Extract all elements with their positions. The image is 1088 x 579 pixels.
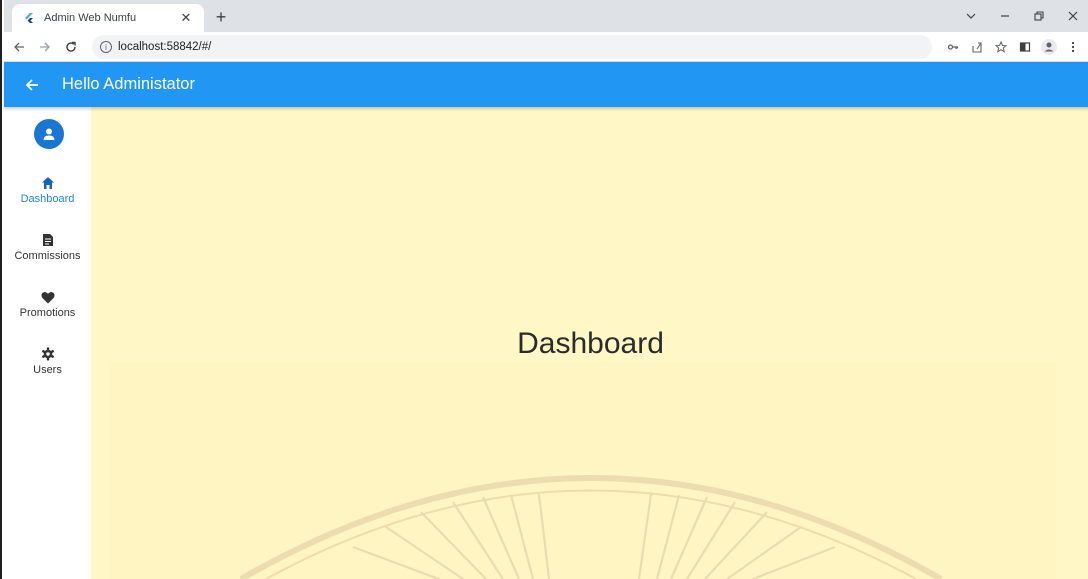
side-panel-icon[interactable]	[1014, 36, 1036, 58]
plus-icon[interactable]: +	[210, 6, 232, 28]
browser-tab[interactable]: Admin Web Numfu ✕	[12, 4, 204, 32]
tab-strip: Admin Web Numfu ✕ +	[4, 0, 1088, 32]
window-controls	[954, 0, 1088, 32]
document-icon	[40, 232, 56, 248]
page-title: Hello Administator	[62, 75, 195, 93]
arrow-back-icon[interactable]	[10, 63, 54, 107]
more-icon[interactable]	[1062, 36, 1084, 58]
avatar[interactable]	[34, 119, 64, 149]
restore-icon[interactable]	[1022, 0, 1056, 32]
app-bar: Hello Administator	[4, 62, 1088, 107]
reload-icon[interactable]	[60, 36, 82, 58]
share-icon[interactable]	[966, 36, 988, 58]
tab-title: Admin Web Numfu	[44, 12, 137, 24]
flutter-icon	[22, 11, 36, 25]
gear-icon	[40, 346, 56, 362]
close-icon[interactable]: ✕	[178, 10, 194, 26]
navigation-rail: Dashboard Commissions Promotions Users	[4, 107, 91, 579]
back-arrow-icon[interactable]	[8, 36, 30, 58]
close-icon[interactable]	[1056, 0, 1088, 32]
chevron-down-icon[interactable]	[954, 0, 988, 32]
browser-toolbar: i localhost:58842/#/	[4, 32, 1088, 62]
rail-item-label: Dashboard	[20, 193, 75, 205]
rail-item-users[interactable]: Users	[4, 338, 91, 384]
rail-item-dashboard[interactable]: Dashboard	[4, 167, 91, 213]
main-content: Dashboard	[91, 107, 1088, 579]
url-text: localhost:58842/#/	[118, 41, 212, 53]
dashboard-heading: Dashboard	[517, 327, 664, 360]
rail-item-promotions[interactable]: Promotions	[4, 281, 91, 327]
rail-item-commissions[interactable]: Commissions	[4, 224, 91, 270]
forward-arrow-icon[interactable]	[34, 36, 56, 58]
home-icon	[40, 175, 56, 191]
heart-icon	[40, 289, 56, 305]
rail-item-label: Users	[33, 364, 62, 376]
toolbar-actions	[942, 35, 1084, 59]
rail-item-label: Promotions	[19, 307, 76, 319]
key-icon[interactable]	[942, 36, 964, 58]
minimize-icon[interactable]	[988, 0, 1022, 32]
person-icon	[43, 128, 55, 140]
rail-item-label: Commissions	[14, 250, 81, 262]
browser-window: Admin Web Numfu ✕ + i localhost:58842/#/…	[0, 0, 1088, 579]
info-icon[interactable]: i	[100, 41, 112, 53]
address-bar[interactable]: i localhost:58842/#/	[92, 35, 932, 59]
profile-icon[interactable]	[1038, 36, 1060, 58]
star-icon[interactable]	[990, 36, 1012, 58]
